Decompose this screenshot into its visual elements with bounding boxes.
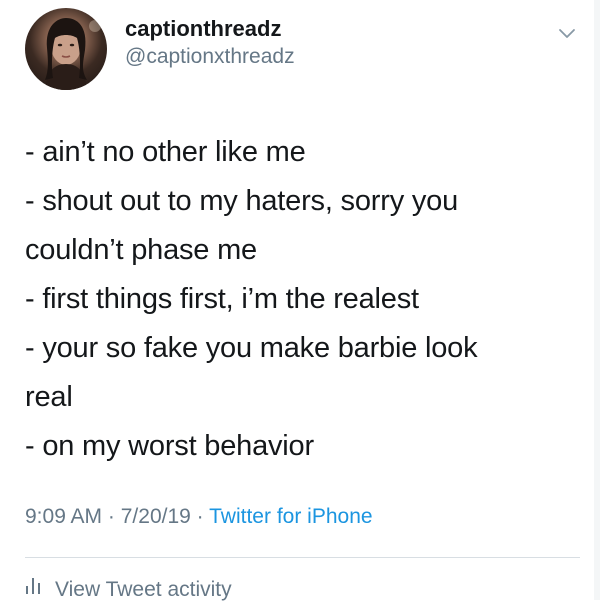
meta-separator: · [196, 505, 204, 528]
tweet-source-link[interactable]: Twitter for iPhone [209, 505, 372, 528]
tweet-text: - ain’t no other like me - shout out to … [25, 128, 580, 471]
display-name[interactable]: captionthreadz [125, 16, 295, 42]
view-tweet-activity-button[interactable]: View Tweet activity [25, 578, 232, 602]
tweet-line: couldn’t phase me [25, 234, 257, 266]
tweet-time[interactable]: 9:09 AM [25, 505, 102, 528]
tweet-card: captionthreadz @captionxthreadz - ain’t … [0, 0, 600, 602]
tweet-date[interactable]: 7/20/19 [121, 505, 191, 528]
user-handle[interactable]: @captionxthreadz [125, 44, 295, 70]
tweet-line: - your so fake you make barbie look [25, 332, 478, 364]
tweet-meta: 9:09 AM · 7/20/19 · Twitter for iPhone [25, 505, 373, 529]
tweet-line: real [25, 381, 73, 413]
user-names: captionthreadz @captionxthreadz [125, 16, 295, 70]
tweet-line: - shout out to my haters, sorry you [25, 185, 459, 217]
bar-chart-icon [25, 576, 41, 600]
chevron-down-icon[interactable] [556, 22, 578, 44]
avatar[interactable] [25, 8, 107, 90]
avatar-image [45, 18, 101, 90]
view-tweet-activity-label: View Tweet activity [55, 578, 232, 601]
tweet-line: - first things first, i’m the realest [25, 283, 419, 315]
scrollbar-track[interactable] [594, 0, 600, 600]
tweet-header: captionthreadz @captionxthreadz [25, 8, 580, 90]
tweet-line: - on my worst behavior [25, 430, 314, 462]
tweet-line: - ain’t no other like me [25, 136, 306, 168]
meta-separator: · [107, 505, 115, 528]
divider [25, 557, 580, 558]
